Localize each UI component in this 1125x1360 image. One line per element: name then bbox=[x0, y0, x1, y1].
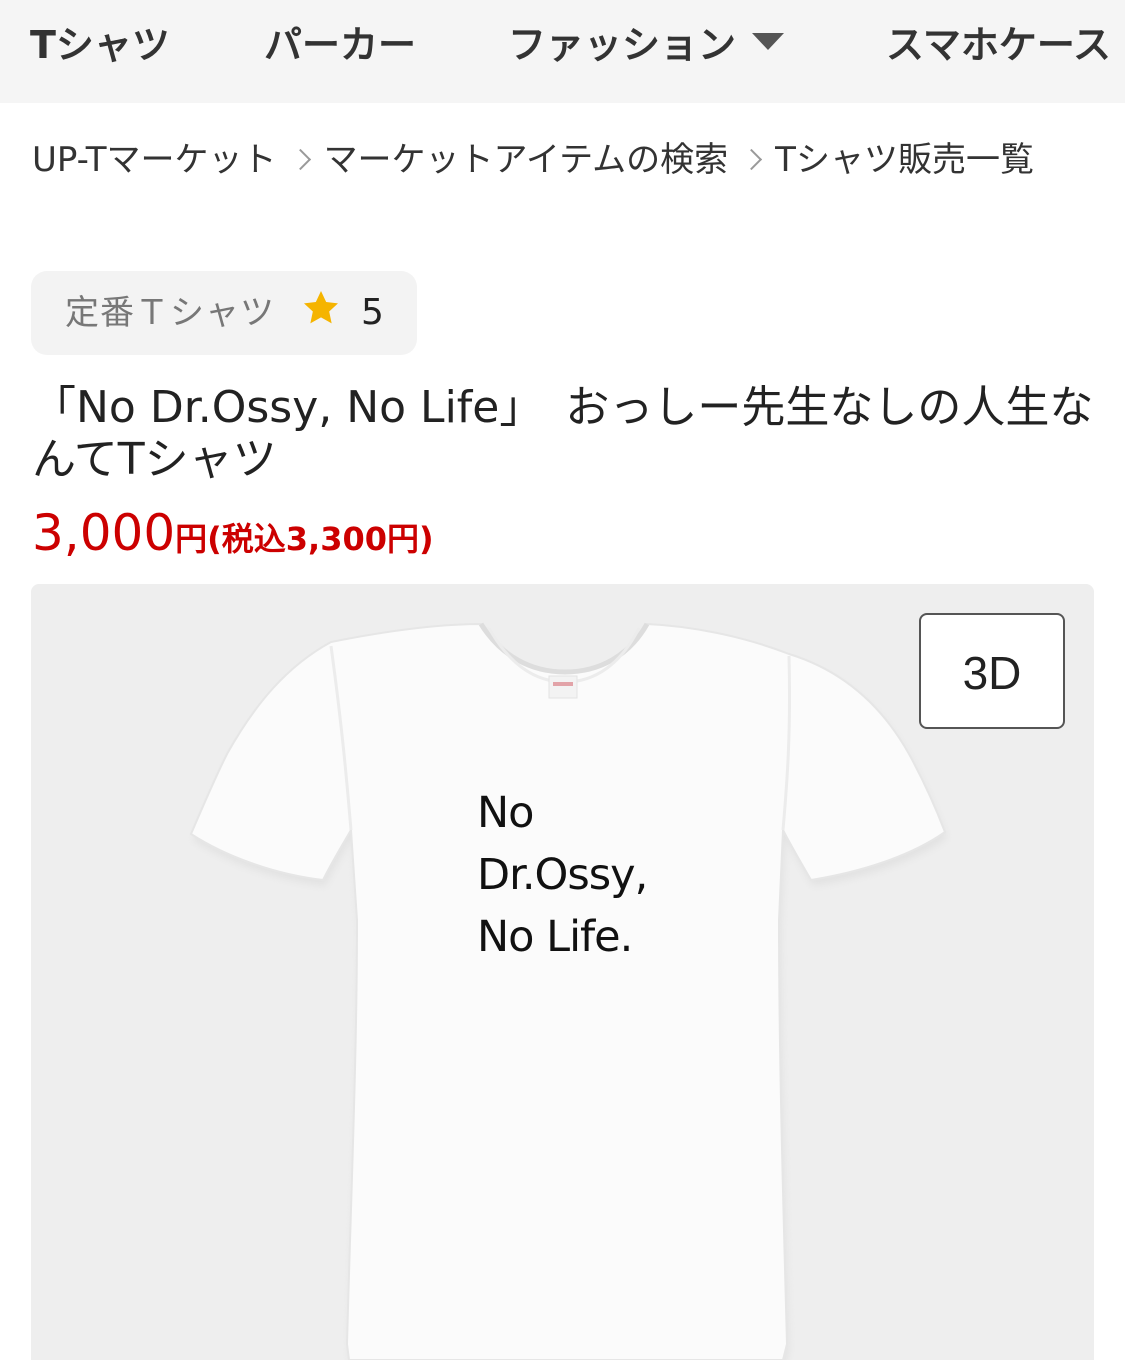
nav-item-hoodie[interactable]: パーカー bbox=[264, 18, 416, 72]
shirt-print-line: No bbox=[477, 788, 534, 838]
product-image[interactable]: No Dr.Ossy, No Life. 3D bbox=[31, 584, 1094, 1360]
nav-item-label: ファッション bbox=[508, 23, 737, 67]
nav-item-tshirt[interactable]: Tシャツ bbox=[30, 18, 170, 72]
category-nav: Tシャツ パーカー ファッション スマホケース bbox=[0, 0, 1125, 103]
breadcrumb-link-tshirt-list[interactable]: Tシャツ販売一覧 bbox=[775, 137, 1034, 183]
breadcrumb-link-search[interactable]: マーケットアイテムの検索 bbox=[324, 137, 729, 183]
product-type-label: 定番Ｔシャツ bbox=[65, 293, 275, 333]
price: 3,000円(税込3,300円) bbox=[32, 503, 434, 563]
price-tax-included: (税込3,300円) bbox=[207, 520, 434, 558]
rating-value: 5 bbox=[361, 292, 384, 333]
caret-down-icon bbox=[752, 33, 785, 50]
nav-item-phone-case[interactable]: スマホケース bbox=[886, 18, 1111, 72]
breadcrumb-link-market[interactable]: UP-Tマーケット bbox=[32, 137, 277, 183]
product-type-badge: 定番Ｔシャツ 5 bbox=[31, 271, 417, 355]
chevron-right-icon bbox=[289, 148, 311, 171]
chevron-right-icon bbox=[741, 148, 763, 171]
breadcrumb: UP-Tマーケット マーケットアイテムの検索 Tシャツ販売一覧 bbox=[32, 137, 1034, 183]
nav-item-label: Tシャツ bbox=[30, 23, 170, 67]
price-value: 3,000 bbox=[32, 504, 176, 562]
nav-item-fashion[interactable]: ファッション bbox=[508, 18, 785, 72]
view-3d-button[interactable]: 3D bbox=[919, 613, 1065, 729]
star-icon bbox=[304, 291, 338, 324]
shirt-print-line: Dr.Ossy, bbox=[477, 850, 648, 900]
nav-item-label: パーカー bbox=[264, 23, 417, 67]
nav-item-label: スマホケース bbox=[886, 23, 1111, 67]
product-title: 「No Dr.Ossy, No Life」 おっしー先生なしの人生なんてTシャツ bbox=[32, 382, 1094, 485]
price-unit: 円 bbox=[175, 520, 208, 558]
shirt-print-line: No Life. bbox=[477, 912, 633, 962]
